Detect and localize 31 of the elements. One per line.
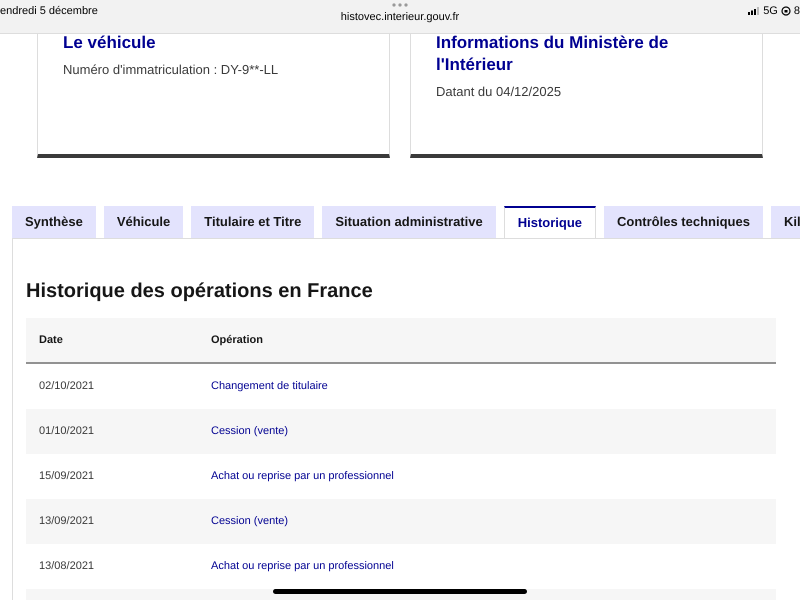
card-text: Numéro d'immatriculation : DY-9**-LL: [63, 61, 280, 79]
card-title[interactable]: Le véhicule: [63, 32, 303, 54]
orientation-lock-icon: [780, 6, 791, 16]
url-text[interactable]: histovec.interieur.gouv.fr: [340, 10, 460, 24]
tab[interactable]: Situation administrative: [322, 206, 496, 238]
tab[interactable]: Synthèse: [12, 206, 96, 238]
tab[interactable]: Titulaire et Titre: [191, 206, 314, 238]
more-icon[interactable]: [391, 2, 409, 8]
table-cell-text: 01/10/2021: [38, 424, 96, 440]
signal-icon: [748, 7, 760, 16]
card-title[interactable]: Informations du Ministère de l'Intérieur: [436, 32, 676, 76]
tab[interactable]: Historique: [504, 206, 596, 238]
section-heading: Historique des opérations en France: [26, 279, 374, 304]
card-text: Datant du 04/12/2025: [436, 83, 562, 101]
table-cell-text: 02/10/2021: [38, 379, 96, 394]
operation-link[interactable]: Achat ou reprise par un professionnel: [211, 558, 394, 575]
battery-level: 8: [794, 4, 800, 19]
operation-link[interactable]: Cession (vente): [211, 513, 288, 530]
column-header: Opération: [211, 332, 263, 348]
network-label: 5G: [763, 4, 778, 19]
table-cell-text: 15/09/2021: [38, 469, 96, 484]
status-date: endredi 5 décembre: [0, 4, 98, 19]
operation-link[interactable]: Achat ou reprise par un professionnel: [211, 468, 394, 485]
table-cell-text: 13/08/2021: [38, 559, 96, 574]
tab[interactable]: Véhicule: [104, 206, 184, 238]
operation-link[interactable]: Changement de titulaire: [211, 378, 328, 395]
table-cell-text: 13/09/2021: [38, 514, 96, 530]
tab[interactable]: Kil: [770, 206, 800, 238]
column-header: Date: [38, 332, 64, 348]
tab[interactable]: Contrôles techniques: [604, 206, 763, 238]
operation-link[interactable]: Cession (vente): [211, 423, 288, 440]
